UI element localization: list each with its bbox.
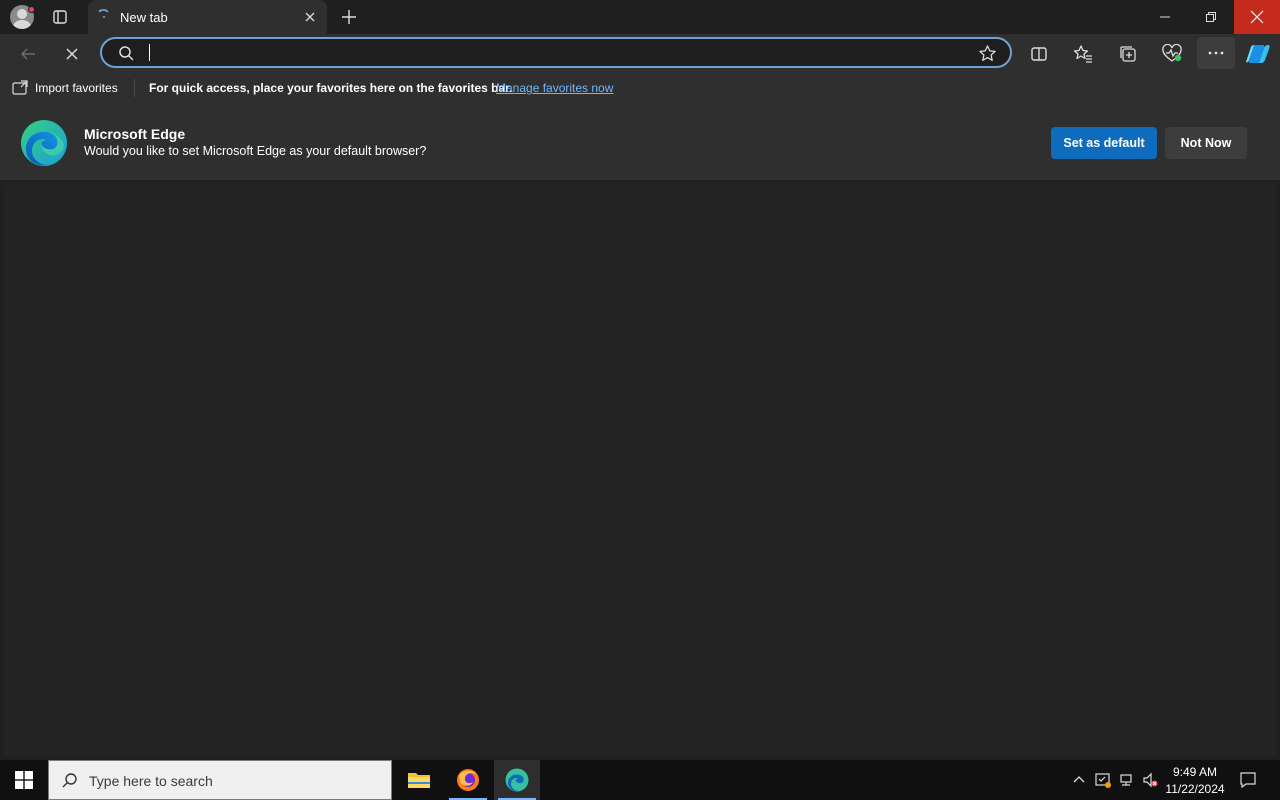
edge-taskbar-icon[interactable] <box>494 760 540 800</box>
profile-notification-badge <box>28 6 35 13</box>
infobar-title: Microsoft Edge <box>84 126 186 142</box>
firefox-taskbar-icon[interactable] <box>445 760 491 800</box>
system-clock[interactable]: 9:49 AM 11/22/2024 <box>1164 764 1226 798</box>
address-bar[interactable] <box>100 37 1012 68</box>
edge-logo-icon <box>21 120 67 166</box>
default-browser-prompt: Microsoft Edge Would you like to set Mic… <box>0 104 1280 180</box>
taskbar: Type here to search 9:49 AM 11/22/2024 <box>0 760 1280 800</box>
tab-actions-icon[interactable] <box>48 5 72 29</box>
security-warning-icon[interactable] <box>1095 772 1111 788</box>
minimize-icon[interactable] <box>1142 0 1188 34</box>
search-icon <box>119 46 134 61</box>
navigation-toolbar <box>0 34 1280 72</box>
network-icon[interactable] <box>1119 772 1135 788</box>
clock-date: 11/22/2024 <box>1165 782 1225 796</box>
split-screen-icon[interactable] <box>1025 40 1053 68</box>
tab-new-tab[interactable]: New tab <box>88 0 327 34</box>
infobar-subtitle: Would you like to set Microsoft Edge as … <box>84 144 427 158</box>
favorites-bar-message: For quick access, place your favorites h… <box>149 81 513 95</box>
import-favorites-button[interactable]: Import favorites <box>12 80 118 96</box>
restore-icon[interactable] <box>1188 0 1234 34</box>
tab-title: New tab <box>120 10 168 25</box>
clock-time: 9:49 AM <box>1172 765 1218 779</box>
start-button[interactable] <box>0 760 48 800</box>
taskbar-search-placeholder: Type here to search <box>89 773 213 789</box>
favorite-star-icon[interactable] <box>978 44 997 63</box>
volume-muted-icon[interactable] <box>1142 772 1158 788</box>
copilot-icon[interactable] <box>1244 40 1272 68</box>
text-cursor <box>149 44 150 61</box>
title-bar: New tab <box>0 0 1280 34</box>
import-favorites-icon <box>12 80 28 95</box>
tab-close-icon[interactable] <box>302 9 318 25</box>
back-icon[interactable] <box>14 40 42 68</box>
notifications-icon[interactable] <box>1239 771 1257 789</box>
tray-chevron-up-icon[interactable] <box>1071 772 1087 788</box>
windows-logo-icon <box>15 771 33 789</box>
not-now-button[interactable]: Not Now <box>1165 127 1247 159</box>
favorites-bar: Import favorites For quick access, place… <box>0 72 1280 104</box>
new-tab-icon[interactable] <box>339 7 359 27</box>
favorites-divider <box>134 79 135 97</box>
collections-icon[interactable] <box>1114 40 1142 68</box>
page-content-area <box>4 183 1276 757</box>
set-as-default-button[interactable]: Set as default <box>1051 127 1157 159</box>
import-favorites-label: Import favorites <box>35 81 118 95</box>
taskbar-search-icon <box>62 773 77 788</box>
taskbar-search[interactable]: Type here to search <box>48 760 392 800</box>
stop-icon[interactable] <box>58 40 86 68</box>
close-icon[interactable] <box>1234 0 1280 34</box>
browser-essentials-icon[interactable] <box>1158 40 1186 68</box>
file-explorer-taskbar-icon[interactable] <box>396 760 442 800</box>
manage-favorites-link[interactable]: Manage favorites now <box>496 81 613 95</box>
tab-loading-icon <box>98 9 109 18</box>
address-input[interactable] <box>150 44 950 62</box>
favorites-icon[interactable] <box>1069 40 1097 68</box>
more-icon[interactable] <box>1197 37 1235 69</box>
